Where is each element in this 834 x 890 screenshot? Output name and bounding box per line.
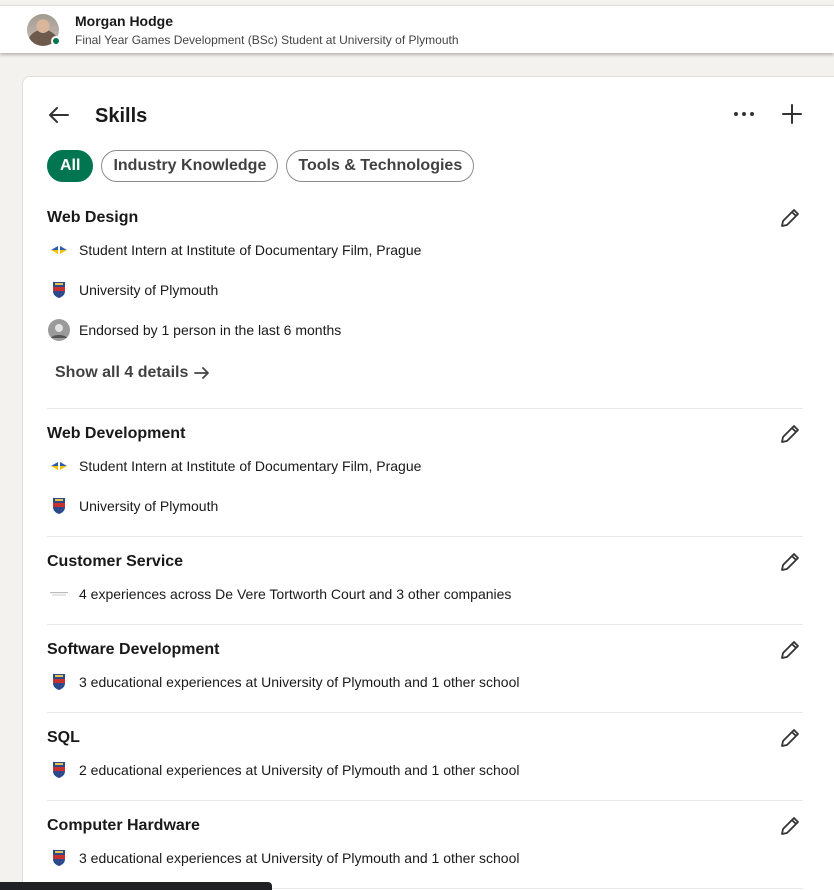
university-crest-icon bbox=[47, 496, 71, 516]
skill-detail: 2 educational experiences at University … bbox=[47, 760, 803, 780]
skill-detail-text: Student Intern at Institute of Documenta… bbox=[79, 458, 422, 474]
arrow-left-icon bbox=[49, 107, 69, 123]
edit-skill-button[interactable] bbox=[777, 421, 803, 447]
university-crest-icon bbox=[47, 672, 71, 692]
skill-item: Computer Hardware 3 educational experien… bbox=[47, 801, 803, 889]
skill-item: Customer Service 4 experiences across De… bbox=[47, 537, 803, 625]
show-all-label: Show all 4 details bbox=[55, 364, 189, 381]
edit-skill-button[interactable] bbox=[777, 725, 803, 751]
university-crest-icon bbox=[47, 280, 71, 300]
skill-detail: University of Plymouth bbox=[47, 496, 803, 516]
university-crest-icon bbox=[47, 760, 71, 780]
skill-detail: University of Plymouth bbox=[47, 280, 803, 300]
skill-detail: 3 educational experiences at University … bbox=[47, 848, 803, 868]
profile-avatar[interactable] bbox=[27, 13, 61, 46]
pencil-icon bbox=[781, 553, 799, 571]
profile-headline: Final Year Games Development (BSc) Stude… bbox=[75, 32, 459, 47]
more-options-button[interactable] bbox=[729, 101, 759, 127]
show-all-details-button[interactable]: Show all 4 details bbox=[55, 363, 210, 383]
skill-filter-pills: All Industry Knowledge Tools & Technolog… bbox=[47, 150, 475, 182]
skill-detail: 4 experiences across De Vere Tortworth C… bbox=[47, 584, 803, 604]
skill-item: Web Development Student Intern at Instit… bbox=[47, 409, 803, 537]
skill-detail-text: 3 educational experiences at University … bbox=[79, 850, 520, 866]
skill-detail-text: University of Plymouth bbox=[79, 282, 219, 298]
skill-detail-text: 2 educational experiences at University … bbox=[79, 762, 520, 778]
skills-list: Web Design Student Intern at Institute o… bbox=[47, 197, 803, 889]
pencil-icon bbox=[781, 817, 799, 835]
filter-industry-knowledge[interactable]: Industry Knowledge bbox=[101, 150, 279, 182]
online-status-icon bbox=[51, 35, 61, 46]
company-logo-icon bbox=[47, 584, 71, 604]
pencil-icon bbox=[781, 209, 799, 227]
endorser-avatar-icon bbox=[47, 319, 71, 341]
profile-info: Morgan Hodge Final Year Games Developmen… bbox=[75, 12, 459, 48]
browser-status-bar bbox=[0, 882, 272, 890]
profile-sticky-header: Morgan Hodge Final Year Games Developmen… bbox=[0, 5, 834, 53]
filter-tools-technologies[interactable]: Tools & Technologies bbox=[286, 150, 475, 182]
edit-skill-button[interactable] bbox=[777, 637, 803, 663]
pencil-icon bbox=[781, 729, 799, 747]
edit-skill-button[interactable] bbox=[777, 205, 803, 231]
edit-skill-button[interactable] bbox=[777, 813, 803, 839]
skill-detail: Student Intern at Institute of Documenta… bbox=[47, 240, 803, 260]
skill-item: Software Development 3 educational exper… bbox=[47, 625, 803, 713]
skill-detail: Student Intern at Institute of Documenta… bbox=[47, 456, 803, 476]
ukraine-flag-logo-icon bbox=[47, 456, 71, 476]
back-button[interactable] bbox=[45, 101, 73, 129]
skill-detail-text: University of Plymouth bbox=[79, 498, 219, 514]
filter-all[interactable]: All bbox=[47, 150, 94, 182]
skill-item: SQL 2 educational experiences at Univers… bbox=[47, 713, 803, 801]
skill-name[interactable]: Computer Hardware bbox=[47, 801, 803, 836]
skill-detail-text: Student Intern at Institute of Documenta… bbox=[79, 242, 422, 258]
pencil-icon bbox=[781, 425, 799, 443]
add-skill-button[interactable] bbox=[777, 99, 807, 129]
plus-icon bbox=[782, 104, 802, 124]
skills-card: Skills All Industry Knowledge Tools & Te… bbox=[22, 76, 834, 890]
pencil-icon bbox=[781, 641, 799, 659]
skill-name[interactable]: Software Development bbox=[47, 625, 803, 660]
skill-detail-text: 4 experiences across De Vere Tortworth C… bbox=[79, 586, 512, 602]
profile-name[interactable]: Morgan Hodge bbox=[75, 12, 459, 30]
ukraine-flag-logo-icon bbox=[47, 240, 71, 260]
edit-skill-button[interactable] bbox=[777, 549, 803, 575]
skill-detail: Endorsed by 1 person in the last 6 month… bbox=[47, 319, 803, 341]
skill-name[interactable]: Web Development bbox=[47, 409, 803, 444]
skill-detail-text: Endorsed by 1 person in the last 6 month… bbox=[79, 322, 342, 338]
skill-detail: 3 educational experiences at University … bbox=[47, 672, 803, 692]
page-title: Skills bbox=[95, 105, 148, 127]
skill-name[interactable]: Web Design bbox=[47, 197, 803, 228]
skills-header: Skills bbox=[23, 77, 834, 147]
university-crest-icon bbox=[47, 848, 71, 868]
skill-detail-text: 3 educational experiences at University … bbox=[79, 674, 520, 690]
skill-name[interactable]: SQL bbox=[47, 713, 803, 748]
ellipsis-icon bbox=[734, 112, 754, 116]
arrow-right-icon bbox=[194, 367, 210, 379]
skill-name[interactable]: Customer Service bbox=[47, 537, 803, 572]
skill-item: Web Design Student Intern at Institute o… bbox=[47, 197, 803, 409]
